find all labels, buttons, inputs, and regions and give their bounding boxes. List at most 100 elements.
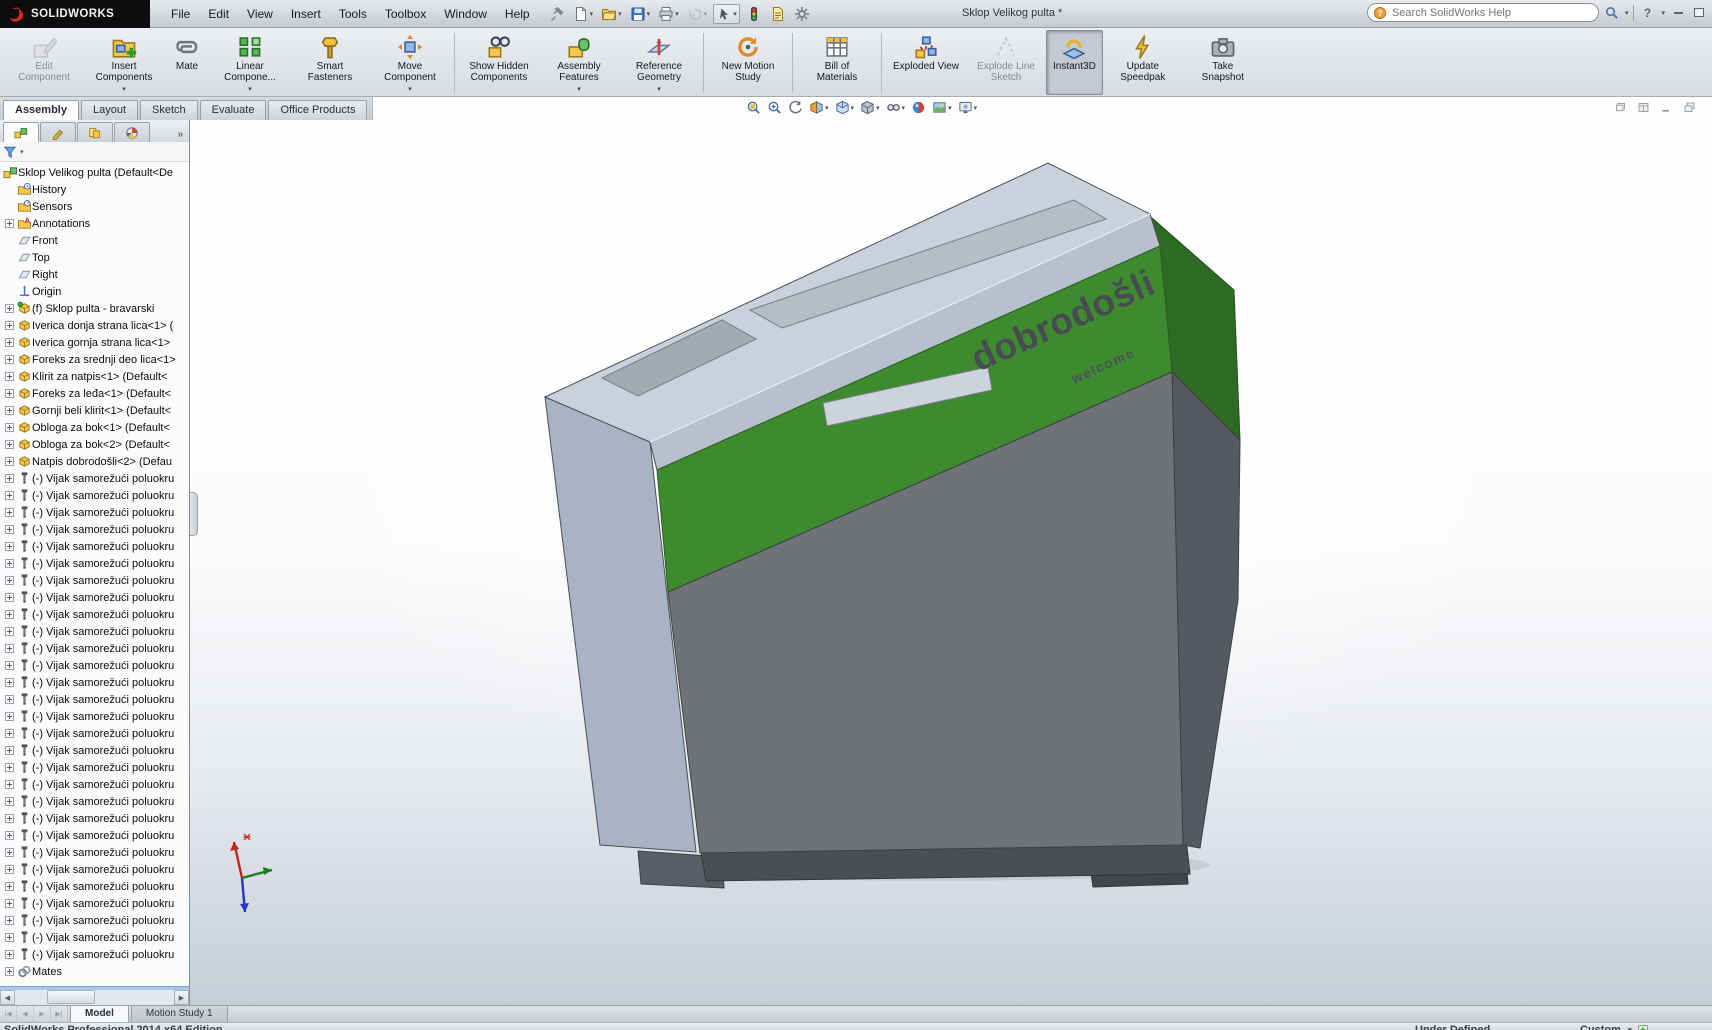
expander-icon[interactable] (5, 610, 14, 619)
tree-item-vijak-samore-u-i-poluokru[interactable]: (-) Vijak samorežući poluokru (0, 759, 189, 776)
expander-icon[interactable] (5, 304, 14, 313)
cm-bill-of-materials-button[interactable]: Bill of Materials (797, 30, 877, 95)
expander-icon[interactable] (5, 695, 14, 704)
chevron-down-icon[interactable]: ▾ (122, 85, 126, 94)
expander-icon[interactable] (5, 440, 14, 449)
add-icon[interactable] (1637, 1024, 1649, 1030)
chevron-down-icon[interactable]: ▾ (902, 104, 906, 112)
expander-icon[interactable] (5, 542, 14, 551)
tree-item-vijak-samore-u-i-poluokru[interactable]: (-) Vijak samorežući poluokru (0, 810, 189, 827)
tree-item-vijak-samore-u-i-poluokru[interactable]: (-) Vijak samorežući poluokru (0, 912, 189, 929)
tree-item-vijak-samore-u-i-poluokru[interactable]: (-) Vijak samorežući poluokru (0, 861, 189, 878)
expander-icon[interactable] (5, 865, 14, 874)
expander-icon[interactable] (5, 950, 14, 959)
cm-instant3d-button[interactable]: Instant3D (1046, 30, 1103, 95)
view-orientation-button[interactable]: ▾ (835, 100, 855, 115)
expander-icon[interactable] (5, 916, 14, 925)
expander-icon[interactable] (5, 967, 14, 976)
undo-button[interactable]: ▾ (685, 5, 710, 23)
cm-edit-component-button[interactable]: Edit Component (4, 30, 84, 95)
zoom-to-fit-button[interactable] (746, 100, 761, 115)
tree-item-obloga-za-bok-1-default[interactable]: Obloga za bok<1> (Default< (0, 419, 189, 436)
expander-icon[interactable] (5, 712, 14, 721)
cm-exploded-view-button[interactable]: Exploded View (886, 30, 966, 95)
tree-item-vijak-samore-u-i-poluokru[interactable]: (-) Vijak samorežući poluokru (0, 742, 189, 759)
tree-item-vijak-samore-u-i-poluokru[interactable]: (-) Vijak samorežući poluokru (0, 521, 189, 538)
expander-icon[interactable] (5, 797, 14, 806)
display-style-button[interactable]: ▾ (860, 100, 880, 115)
open-folder-button[interactable]: ▾ (599, 5, 624, 23)
help-dropdown-icon[interactable]: ▾ (1661, 9, 1665, 17)
expander-icon[interactable] (5, 372, 14, 381)
menu-window[interactable]: Window (435, 4, 496, 24)
restore-button[interactable] (1691, 6, 1707, 20)
menu-file[interactable]: File (162, 4, 199, 24)
previous-view-button[interactable] (788, 100, 803, 115)
tree-item-vijak-samore-u-i-poluokru[interactable]: (-) Vijak samorežući poluokru (0, 487, 189, 504)
new-document-button[interactable]: ▾ (571, 5, 596, 23)
search-input[interactable] (1392, 7, 1593, 19)
scroll-left-icon[interactable]: ◀ (0, 990, 15, 1005)
doc-minimize-button[interactable] (1660, 101, 1673, 117)
menu-view[interactable]: View (238, 4, 282, 24)
tree-item-vijak-samore-u-i-poluokru[interactable]: (-) Vijak samorežući poluokru (0, 793, 189, 810)
expander-icon[interactable] (5, 576, 14, 585)
display-manager-tab[interactable] (114, 122, 150, 142)
menu-edit[interactable]: Edit (199, 4, 238, 24)
tree-item-klirit-za-natpis-1-default[interactable]: Klirit za natpis<1> (Default< (0, 368, 189, 385)
tree-item-vijak-samore-u-i-poluokru[interactable]: (-) Vijak samorežući poluokru (0, 623, 189, 640)
expander-icon[interactable] (5, 559, 14, 568)
tree-item-vijak-samore-u-i-poluokru[interactable]: (-) Vijak samorežući poluokru (0, 538, 189, 555)
configuration-manager-tab[interactable] (77, 122, 113, 142)
tree-item-sklop-velikog-pulta-default-de[interactable]: Sklop Velikog pulta (Default<De (0, 164, 189, 181)
cm-assembly-features-button[interactable]: Assembly Features▾ (539, 30, 619, 95)
search-dropdown-icon[interactable]: ▾ (1625, 9, 1629, 17)
chevron-down-icon[interactable]: ▾ (577, 85, 581, 94)
tree-item-vijak-samore-u-i-poluokru[interactable]: (-) Vijak samorežući poluokru (0, 606, 189, 623)
magnifier-icon[interactable] (1604, 5, 1619, 20)
chevron-down-icon[interactable]: ▾ (825, 104, 829, 112)
file-properties-button[interactable] (768, 5, 788, 23)
tree-horizontal-scrollbar[interactable]: ◀ ▶ (0, 990, 189, 1005)
select-cursor-button[interactable]: ▾ (713, 4, 740, 24)
expander-icon[interactable] (5, 219, 14, 228)
tree-item-vijak-samore-u-i-poluokru[interactable]: (-) Vijak samorežući poluokru (0, 776, 189, 793)
expander-icon[interactable] (5, 457, 14, 466)
expander-icon[interactable] (5, 406, 14, 415)
doc-tab-model[interactable]: Model (70, 1006, 129, 1022)
panel-overflow-chevron[interactable]: » (174, 129, 186, 142)
rebuild-button[interactable] (744, 5, 764, 23)
menu-tools[interactable]: Tools (330, 4, 376, 24)
panel-collapse-handle[interactable] (190, 492, 198, 536)
doc-cascade-button[interactable] (1683, 101, 1696, 117)
cm-new-motion-study-button[interactable]: New Motion Study (708, 30, 788, 95)
tree-item-vijak-samore-u-i-poluokru[interactable]: (-) Vijak samorežući poluokru (0, 640, 189, 657)
scroll-right-icon[interactable]: ▶ (174, 990, 189, 1005)
filter-dropdown-icon[interactable]: ▾ (20, 148, 24, 156)
expander-icon[interactable] (5, 525, 14, 534)
expander-icon[interactable] (5, 508, 14, 517)
expander-icon[interactable] (5, 814, 14, 823)
chevron-down-icon[interactable]: ▾ (647, 10, 651, 18)
tree-item-vijak-samore-u-i-poluokru[interactable]: (-) Vijak samorežući poluokru (0, 827, 189, 844)
expander-icon[interactable] (5, 763, 14, 772)
prev-tab-icon[interactable]: ◀ (17, 1006, 34, 1022)
cm-smart-fasteners-button[interactable]: Smart Fasteners (290, 30, 370, 95)
tab-evaluate[interactable]: Evaluate (200, 100, 267, 120)
chevron-down-icon[interactable]: ▾ (704, 10, 708, 18)
cm-reference-geometry-button[interactable]: Reference Geometry▾ (619, 30, 699, 95)
expander-icon[interactable] (5, 780, 14, 789)
tree-item-f-sklop-pulta-bravarski[interactable]: (f) Sklop pulta - bravarski (0, 300, 189, 317)
expander-icon[interactable] (5, 321, 14, 330)
tree-item-foreks-za-srednji-deo-lica-1[interactable]: Foreks za srednji deo lica<1> (0, 351, 189, 368)
expander-icon[interactable] (5, 746, 14, 755)
tree-item-right[interactable]: Right (0, 266, 189, 283)
tree-item-annotations[interactable]: AAnnotations (0, 215, 189, 232)
tree-item-vijak-samore-u-i-poluokru[interactable]: (-) Vijak samorežući poluokru (0, 708, 189, 725)
tab-sketch[interactable]: Sketch (140, 100, 198, 120)
cm-take-snapshot-button[interactable]: Take Snapshot (1183, 30, 1263, 95)
tree-item-sensors[interactable]: Sensors (0, 198, 189, 215)
edit-appearance-button[interactable] (911, 100, 926, 115)
tab-office-products[interactable]: Office Products (268, 100, 367, 120)
chevron-down-icon[interactable]: ▾ (851, 104, 855, 112)
